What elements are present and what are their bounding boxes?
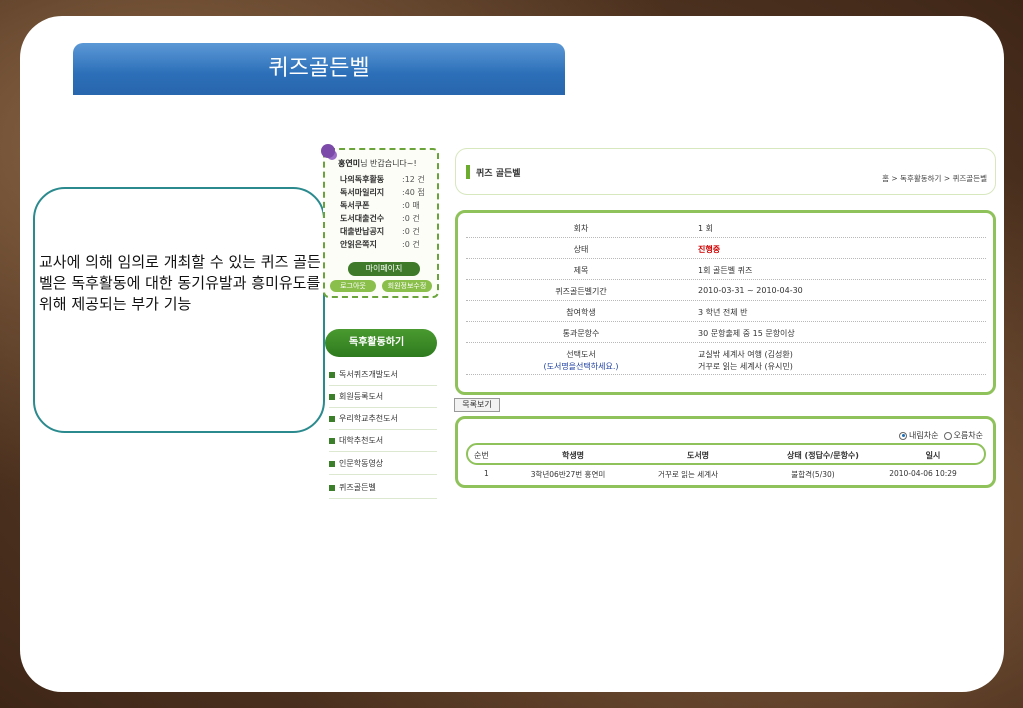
stat-row[interactable]: 대출반납공지:0 건	[340, 226, 420, 237]
info-row: 회차 1 회	[466, 217, 986, 238]
page-header: 퀴즈 골든벨 홈 > 독후활동하기 > 퀴즈골든벨	[455, 148, 996, 195]
cell-no: 1	[484, 469, 489, 478]
book-option[interactable]: 거꾸로 읽는 세계사 (유시민)	[698, 361, 793, 372]
cell-student: 3학년06반27번 홍연미	[530, 470, 606, 479]
menu-item[interactable]: 회원등록도서	[329, 386, 437, 408]
radio-icon[interactable]	[943, 431, 952, 440]
menu-item[interactable]: 우리학교추천도서	[329, 408, 437, 430]
bullet-icon	[329, 415, 335, 422]
list-button[interactable]: 목록보기	[454, 398, 500, 412]
book-label: 선택도서	[566, 350, 596, 359]
column-header: 도서명	[686, 451, 710, 460]
slide-title: 퀴즈골든벨	[73, 43, 565, 95]
logout-button[interactable]: 로그아웃	[330, 280, 376, 292]
menu-item[interactable]: 퀴즈골든벨	[329, 477, 437, 499]
stat-row[interactable]: 나의독후활동:12 건	[340, 174, 425, 185]
column-header: 일시	[925, 451, 941, 460]
cell-book: 거꾸로 읽는 세계사	[658, 470, 718, 479]
table-header: 순번 학생명 도서명 상태 (정답수/문항수) 일시	[466, 443, 986, 465]
cell-date: 2010-04-06 10:29	[889, 469, 957, 478]
breadcrumb: 홈 > 독후활동하기 > 퀴즈골든벨	[882, 174, 987, 183]
info-row: 퀴즈골든벨기간 2010-03-31 ~ 2010-04-30	[466, 280, 986, 301]
flower-icon	[321, 144, 335, 158]
radio-icon[interactable]	[899, 431, 907, 440]
menu-item[interactable]: 인문학동영상	[329, 453, 437, 475]
stat-row[interactable]: 독서마일리지:40 점	[340, 187, 425, 198]
menu-item[interactable]: 대학추천도서	[329, 430, 437, 452]
info-row: 상태 진행중	[466, 238, 986, 259]
greeting: 홍연미님 반갑습니다~!	[338, 158, 417, 169]
stat-row[interactable]: 도서대출건수:0 건	[340, 213, 420, 224]
menu-item[interactable]: 독서퀴즈개발도서	[329, 364, 437, 386]
mypage-button[interactable]: 마이페이지	[348, 262, 420, 276]
bullet-icon	[329, 437, 335, 444]
edit-info-button[interactable]: 회원정보수정	[382, 280, 432, 292]
bullet-icon	[329, 393, 335, 400]
stat-row[interactable]: 독서쿠폰:0 매	[340, 200, 420, 211]
results-box: 내림차순 오름차순 순번 학생명 도서명 상태 (정답수/문항수) 일시 1 3…	[455, 416, 996, 488]
login-box: 홍연미님 반갑습니다~! 나의독후활동:12 건 독서마일리지:40 점 독서쿠…	[321, 144, 439, 298]
info-row: 통과문항수 30 문항출제 중 15 문항이상	[466, 322, 986, 343]
info-row: 제목 1회 골든벨 퀴즈	[466, 259, 986, 280]
bullet-icon	[329, 371, 335, 378]
page-title: 퀴즈 골든벨	[476, 169, 521, 179]
column-header: 순번	[474, 451, 489, 460]
title-bar-icon	[466, 165, 470, 179]
callout-text: 교사에 의해 임의로 개최할 수 있는 퀴즈 골든벨은 독후활동에 대한 동기유…	[39, 253, 321, 313]
book-row: 선택도서 (도서명을선택하세요.) 교실밖 세계사 여행 (김성환) 거꾸로 읽…	[466, 343, 986, 375]
website-screenshot: 홍연미님 반갑습니다~! 나의독후활동:12 건 독서마일리지:40 점 독서쿠…	[320, 143, 1000, 508]
greeting-suffix: 님 반갑습니다~!	[360, 159, 417, 168]
menu-header[interactable]: 독후활동하기	[325, 329, 437, 357]
user-name: 홍연미	[338, 159, 361, 168]
quiz-info-box: 회차 1 회 상태 진행중 제목 1회 골든벨 퀴즈 퀴즈골든벨기간 2010-03-3…	[455, 210, 996, 395]
sort-desc-label[interactable]: 내림차순	[909, 431, 938, 440]
info-row: 참여학생 3 학년 전체 반	[466, 301, 986, 322]
cell-status: 불합격(5/30)	[791, 470, 835, 479]
book-hint[interactable]: (도서명을선택하세요.)	[466, 361, 696, 372]
sort-asc-label[interactable]: 오름차순	[954, 431, 983, 440]
column-header: 학생명	[561, 451, 585, 460]
sort-options: 내림차순 오름차순	[899, 430, 983, 441]
bullet-icon	[329, 484, 335, 491]
book-option[interactable]: 교실밖 세계사 여행 (김성환)	[698, 349, 793, 360]
bullet-icon	[329, 460, 335, 467]
stat-row[interactable]: 안읽은쪽지:0 건	[340, 239, 420, 250]
column-header: 상태 (정답수/문항수)	[787, 451, 859, 460]
